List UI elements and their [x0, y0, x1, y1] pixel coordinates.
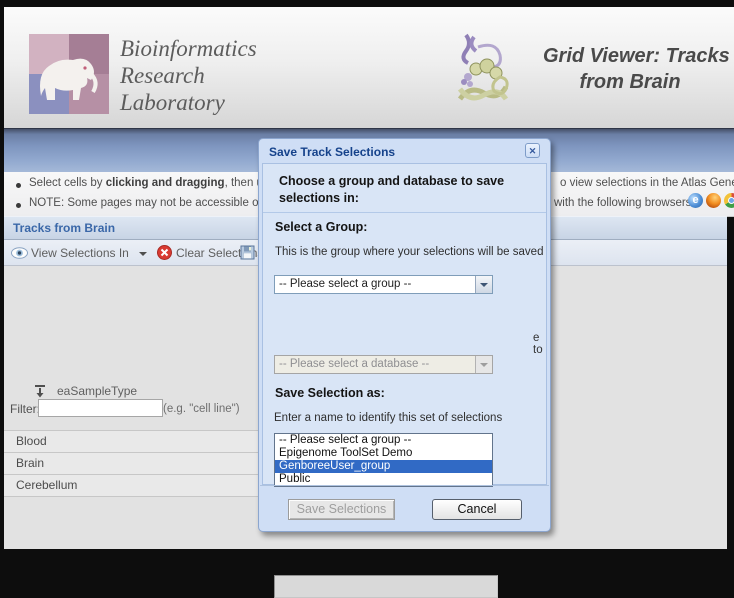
group-option[interactable]: -- Please select a group -- — [275, 434, 492, 447]
save-icon — [240, 245, 255, 260]
instruction-line-2: NOTE: Some pages may not be accessible o… — [29, 197, 275, 209]
internet-explorer-icon: e — [688, 193, 703, 208]
firefox-icon — [706, 193, 721, 208]
view-selections-button[interactable]: View Selections In — [31, 246, 129, 260]
database-select-value: -- Please select a database -- — [279, 358, 430, 370]
brand-text: Bioinformatics Research Laboratory — [120, 35, 257, 116]
chevron-down-icon[interactable] — [139, 252, 147, 256]
group-select[interactable]: -- Please select a group -- — [274, 275, 493, 294]
bullet-icon — [16, 203, 21, 208]
occluded-text-fragment: e to — [533, 332, 543, 356]
dialog-body: Choose a group and database to save sele… — [262, 163, 547, 598]
eye-icon — [11, 247, 28, 259]
group-option-highlighted[interactable]: GenboreeUser_group — [275, 460, 492, 473]
instruction-line-1-right: o view selections in the Atlas Gene Brow… — [560, 177, 734, 189]
group-select-arrow-button[interactable] — [475, 276, 492, 293]
dialog-title: Save Track Selections — [269, 145, 396, 159]
save-selection-as-help: Enter a name to identify this set of sel… — [274, 412, 503, 424]
clear-selections-icon — [157, 245, 172, 260]
instruction-text: Select cells by — [29, 177, 106, 189]
select-group-heading: Select a Group: — [275, 220, 368, 234]
dialog-intro-text: Choose a group and database to save sele… — [279, 174, 505, 205]
save-selections-button[interactable]: Save Selections — [288, 499, 395, 520]
chrome-icon — [724, 193, 734, 208]
dropdown-arrow-icon — [480, 363, 488, 367]
instruction-line-1: Select cells by clicking and dragging, t… — [29, 177, 294, 189]
brand-line: Bioinformatics — [120, 36, 257, 61]
app-title: Grid Viewer: Tracks from Brain — [543, 43, 734, 95]
filter-label: Filter: — [10, 402, 40, 416]
section-divider — [263, 212, 546, 213]
column-header-easampletype[interactable]: eaSampleType — [57, 384, 137, 398]
selection-name-input — [274, 575, 498, 598]
save-selection-as-heading: Save Selection as: — [275, 386, 385, 400]
dropdown-arrow-icon — [480, 283, 488, 287]
database-select-arrow-button — [475, 356, 492, 373]
brand-line: Research — [120, 63, 205, 88]
group-dropdown-list: -- Please select a group -- Epigenome To… — [274, 433, 493, 487]
filter-input[interactable] — [38, 399, 163, 417]
tracks-section-title: Tracks from Brain — [13, 221, 116, 235]
select-group-help: This is the group where your selections … — [275, 246, 544, 258]
group-select-value: -- Please select a group -- — [279, 278, 412, 290]
cancel-button[interactable]: Cancel — [432, 499, 522, 520]
app-title-line1: Grid Viewer: Tracks — [543, 45, 730, 67]
bullet-icon — [16, 183, 21, 188]
close-icon[interactable]: ✕ — [525, 143, 540, 158]
app-title-line2: from Brain — [579, 71, 681, 93]
group-option[interactable]: Epigenome ToolSet Demo — [275, 447, 492, 460]
sort-descending-icon[interactable] — [33, 384, 47, 398]
brand-line: Laboratory — [120, 90, 225, 115]
filter-hint: (e.g. "cell line") — [163, 403, 240, 415]
page: { "header": { "brand_lines": ["Bioinform… — [0, 0, 734, 598]
database-select: -- Please select a database -- — [274, 355, 493, 374]
footer-divider — [260, 485, 549, 486]
page-header: Bioinformatics Research Laboratory Grid … — [4, 7, 734, 128]
brl-elephant-logo — [29, 34, 109, 114]
instruction-text-bold: clicking and dragging — [105, 177, 225, 189]
dna-chromosome-logo — [457, 33, 509, 101]
save-track-selections-dialog: Save Track Selections ✕ Choose a group a… — [258, 138, 551, 598]
instruction-line-2-right: with the following browsers: — [554, 197, 695, 209]
